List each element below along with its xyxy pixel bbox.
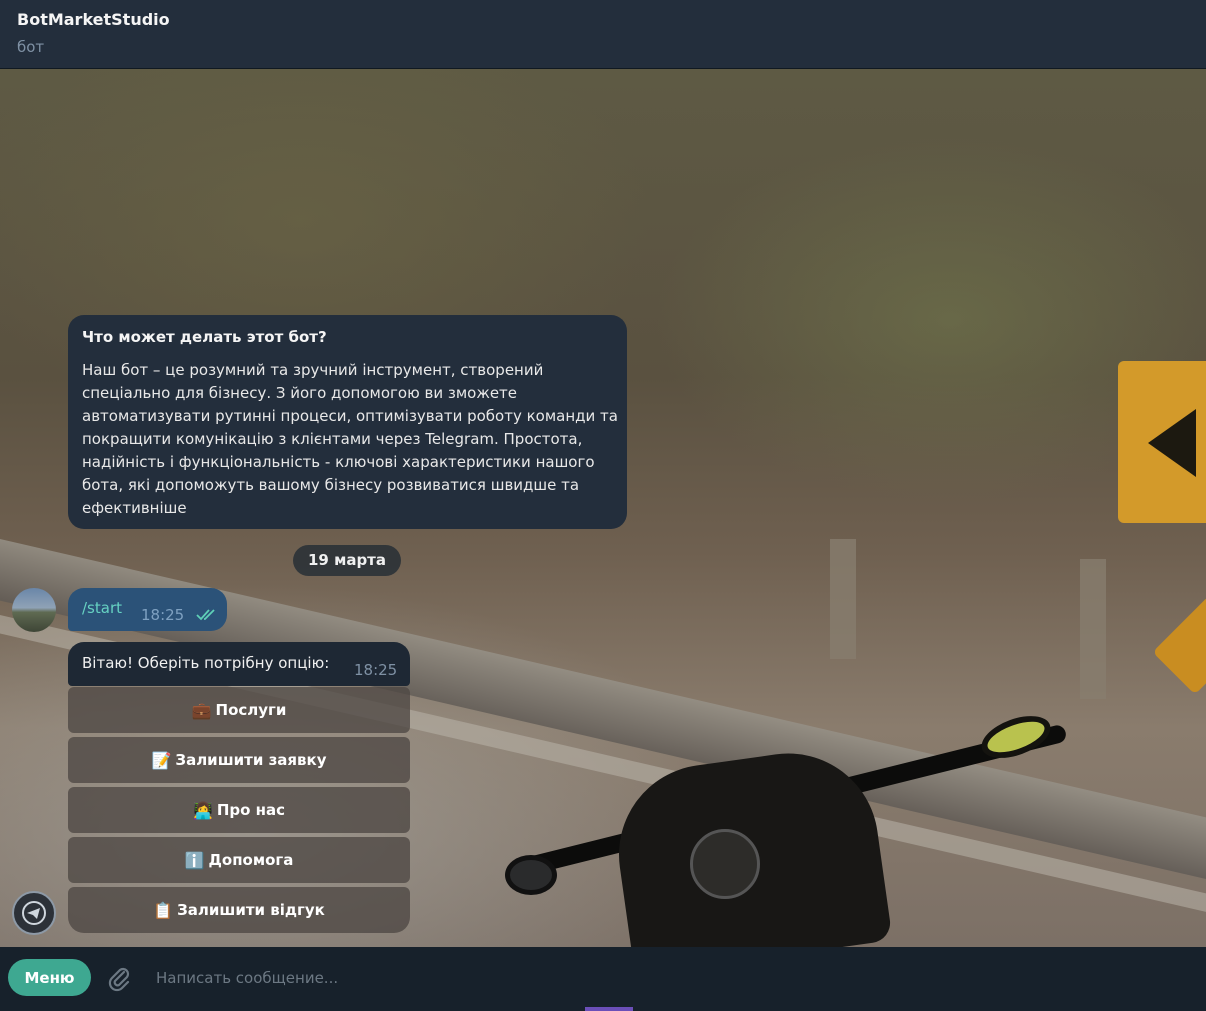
wallpaper-road-sign: [1152, 595, 1206, 695]
bot-description-bubble: Что может делать этот бот? Наш бот – це …: [68, 315, 627, 529]
info-icon: ℹ️: [184, 850, 205, 870]
bot-description-title: Что может делать этот бот?: [82, 328, 327, 346]
outgoing-message[interactable]: /start 18:25: [68, 588, 227, 631]
bot-avatar[interactable]: [12, 891, 56, 935]
briefcase-icon: 💼: [191, 700, 212, 720]
keyboard-button-about[interactable]: 👩‍💻 Про нас: [68, 787, 410, 833]
incoming-message-text: Вітаю! Оберіть потрібну опцію:: [82, 654, 330, 672]
clipboard-icon: 📋: [153, 900, 174, 920]
chat-subtitle: бот: [17, 38, 45, 56]
keyboard-button-request[interactable]: 📝 Залишити заявку: [68, 737, 410, 783]
keyboard-button-label: Про нас: [216, 801, 286, 819]
keyboard-button-label: Залишити відгук: [177, 901, 325, 919]
wallpaper-post: [1080, 559, 1106, 699]
message-time: 18:25: [354, 661, 398, 679]
bot-logo-icon: [22, 901, 46, 925]
message-composer: Меню: [0, 947, 1206, 1011]
message-input[interactable]: [150, 961, 1190, 995]
keyboard-button-label: Послуги: [215, 701, 287, 719]
chat-title[interactable]: BotMarketStudio: [17, 10, 170, 29]
command-link[interactable]: /start: [82, 599, 122, 617]
chat-header[interactable]: BotMarketStudio бот: [0, 0, 1206, 69]
attach-icon[interactable]: [104, 963, 134, 993]
keyboard-button-services[interactable]: 💼 Послуги: [68, 687, 410, 733]
wallpaper-post: [830, 539, 856, 659]
user-avatar[interactable]: [12, 588, 56, 632]
wallpaper-road-sign: [1118, 361, 1206, 523]
memo-icon: 📝: [151, 750, 172, 770]
keyboard-button-label: Залишити заявку: [175, 751, 327, 769]
keyboard-button-feedback[interactable]: 📋 Залишити відгук: [68, 887, 410, 933]
keyboard-button-help[interactable]: ℹ️ Допомога: [68, 837, 410, 883]
wallpaper-gauge: [690, 829, 760, 899]
message-time: 18:25: [141, 606, 185, 624]
incoming-message[interactable]: Вітаю! Оберіть потрібну опцію: 18:25: [68, 642, 410, 686]
wallpaper-mirror: [505, 855, 557, 895]
technologist-icon: 👩‍💻: [192, 800, 213, 820]
read-ticks-icon: [196, 606, 218, 625]
bot-description-text: Наш бот – це розумний та зручний інструм…: [82, 361, 618, 517]
message-area[interactable]: Что может делать этот бот? Наш бот – це …: [0, 69, 1206, 947]
bottom-indicator: [585, 1007, 633, 1011]
menu-button[interactable]: Меню: [8, 959, 91, 996]
keyboard-button-label: Допомога: [208, 851, 294, 869]
date-separator: 19 марта: [293, 545, 401, 576]
telegram-chat-window: BotMarketStudio бот Что может делать это…: [0, 0, 1206, 1011]
